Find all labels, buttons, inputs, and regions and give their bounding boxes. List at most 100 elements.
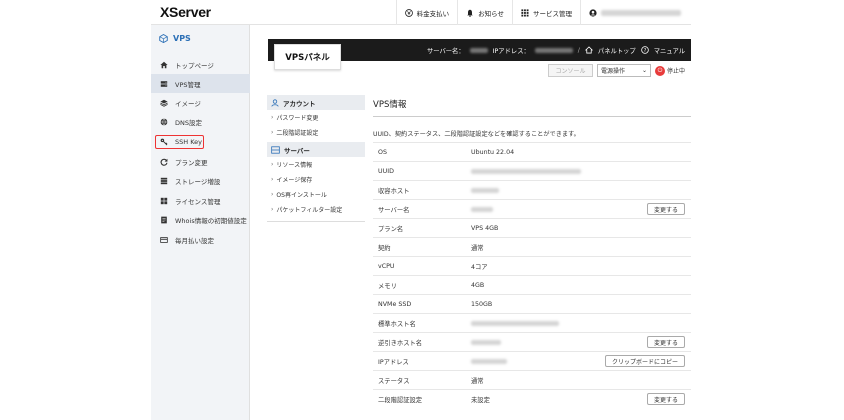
power-select-label: 電源操作 (600, 68, 625, 75)
row-value-redacted (471, 339, 501, 345)
refresh-icon (160, 158, 168, 166)
info-row-memory: メモリ 4GB (373, 275, 691, 294)
sidebar-item-label: 毎月払い設定 (175, 236, 214, 245)
status-label: 停止中 (666, 68, 685, 75)
row-value: 150GB (471, 300, 493, 308)
info-row-two-factor: 二段階認証設定 未設定 変更する (373, 389, 691, 408)
info-row-plan: プラン名 VPS 4GB (373, 218, 691, 237)
bell-icon (467, 9, 473, 17)
row-value: 未設定 (471, 396, 490, 404)
help-icon: ? (640, 46, 649, 54)
sidebar-item-storage[interactable]: ストレージ増設 (151, 171, 250, 190)
sidebar-item-monthly-pay[interactable]: 毎月払い設定 (151, 230, 250, 249)
sidebar-item-label: DNS設定 (175, 118, 202, 127)
submenu-divider (267, 221, 365, 222)
row-value: 通常 (471, 377, 484, 385)
info-row-ip: IPアドレス クリップボードにコピー (373, 351, 691, 370)
row-label: vCPU (378, 262, 395, 270)
row-value-redacted (471, 358, 507, 364)
server-name-redacted (469, 47, 488, 53)
row-value-redacted (471, 168, 581, 174)
chevron-down-icon: ⌄ (641, 67, 647, 74)
power-icon: ⏻ (654, 65, 665, 76)
sidebar-item-vps-manage[interactable]: VPS管理 (151, 74, 250, 93)
info-row-server-name: サーバー名 変更する (373, 199, 691, 218)
nav-service-manage-label: サービス管理 (533, 9, 572, 18)
globe-icon (160, 117, 168, 126)
row-label: ステータス (378, 377, 410, 385)
submenu-packet-filter[interactable]: パケットフィルター設定 (267, 202, 365, 217)
info-row-host: 収容ホスト (373, 180, 691, 199)
change-reverse-host-button[interactable]: 変更する (646, 336, 685, 348)
submenu-image-save[interactable]: イメージ保存 (267, 172, 365, 187)
info-row-contract: 契約 通常 (373, 237, 691, 256)
card-icon (160, 236, 168, 243)
row-value: 通常 (471, 244, 484, 252)
row-label: OS (378, 148, 387, 156)
top-bar: XServer 料金支払い お知らせ サービス管理 (151, 0, 691, 25)
console-button[interactable]: コンソール (547, 64, 593, 77)
sidebar-item-whois[interactable]: Whois情報の初期値設定 (151, 210, 250, 229)
home-icon (160, 61, 168, 68)
user-name-redacted (601, 9, 681, 16)
sidebar-item-license[interactable]: ライセンス管理 (151, 191, 250, 210)
nav-service-manage[interactable]: サービス管理 (512, 0, 580, 25)
sidebar-item-dns[interactable]: DNS設定 (151, 112, 250, 131)
nav-user-account[interactable] (580, 0, 691, 25)
ssh-key-highlight-box (155, 135, 204, 149)
info-row-vcpu: vCPU 4コア (373, 256, 691, 275)
row-label: 収容ホスト (378, 187, 410, 195)
user-icon (589, 8, 597, 17)
row-label: IPアドレス (378, 358, 409, 366)
brand-logo[interactable]: XServer (160, 4, 211, 20)
row-label: 逆引きホスト名 (378, 339, 423, 347)
panel-top-link[interactable]: パネルトップ (598, 46, 636, 55)
row-label: メモリ (378, 282, 397, 290)
sidebar-item-label: Whois情報の初期値設定 (175, 216, 247, 225)
row-value: Ubuntu 22.04 (471, 148, 515, 156)
info-row-standard-host: 標準ホスト名 (373, 313, 691, 332)
cube-icon (159, 34, 168, 43)
submenu-two-factor[interactable]: 二段階認証設定 (267, 125, 365, 140)
power-operation-select[interactable]: 電源操作 ⌄ (596, 64, 651, 77)
change-server-name-button[interactable]: 変更する (646, 203, 685, 215)
info-row-os: OS Ubuntu 22.04 (373, 142, 691, 161)
sidebar-item-plan-change[interactable]: プラン変更 (151, 152, 250, 171)
storage-icon (160, 177, 168, 184)
row-label: サーバー名 (378, 206, 410, 214)
sidebar-item-image[interactable]: イメージ (151, 93, 250, 112)
sidebar-header-label: VPS (173, 34, 191, 43)
nav-payment-label: 料金支払い (416, 9, 450, 18)
row-label: 標準ホスト名 (378, 320, 416, 328)
server-outline-icon (271, 145, 280, 154)
home-outline-icon (584, 46, 593, 54)
manual-link[interactable]: マニュアル (654, 46, 685, 55)
submenu-account-label: アカウント (283, 99, 316, 108)
main-content: VPSパネル サーバー名： IPアドレス： / パネルトップ ? マニュアル コ… (258, 25, 691, 420)
panel-title: VPSパネル (274, 44, 341, 70)
sidebar-item-label: トップページ (175, 61, 214, 70)
info-row-status: ステータス 通常 (373, 370, 691, 389)
row-value-redacted (471, 206, 493, 212)
nav-payment[interactable]: 料金支払い (395, 0, 458, 25)
submenu-server-head: サーバー (267, 142, 365, 157)
sidebar-item-top[interactable]: トップページ (151, 55, 250, 74)
control-row: コンソール 電源操作 ⌄ ⏻ 停止中 (547, 64, 685, 77)
user-outline-icon (271, 98, 279, 107)
sidebar-item-label: イメージ (175, 99, 201, 108)
submenu-account-head: アカウント (267, 95, 365, 110)
vps-info-panel: VPS情報 UUID、契約ステータス、二段階認証設定などを確認することができます… (373, 95, 691, 408)
layers-icon (160, 99, 168, 107)
row-value: 4コア (471, 263, 488, 271)
submenu-password-change[interactable]: パスワード変更 (267, 110, 365, 125)
submenu-os-reinstall[interactable]: OS再インストール (267, 187, 365, 202)
copy-to-clipboard-button[interactable]: クリップボードにコピー (604, 355, 685, 367)
server-info: サーバー名： IPアドレス： / パネルトップ ? マニュアル (427, 39, 685, 61)
sidebar-item-label: ストレージ増設 (175, 177, 221, 186)
change-two-factor-button[interactable]: 変更する (646, 393, 685, 405)
sidebar-item-label: ライセンス管理 (175, 197, 221, 206)
submenu-resource-info[interactable]: リソース情報 (267, 157, 365, 172)
row-label: NVMe SSD (378, 300, 412, 308)
nav-notices[interactable]: お知らせ (457, 0, 512, 25)
ip-label: IPアドレス： (492, 47, 530, 55)
